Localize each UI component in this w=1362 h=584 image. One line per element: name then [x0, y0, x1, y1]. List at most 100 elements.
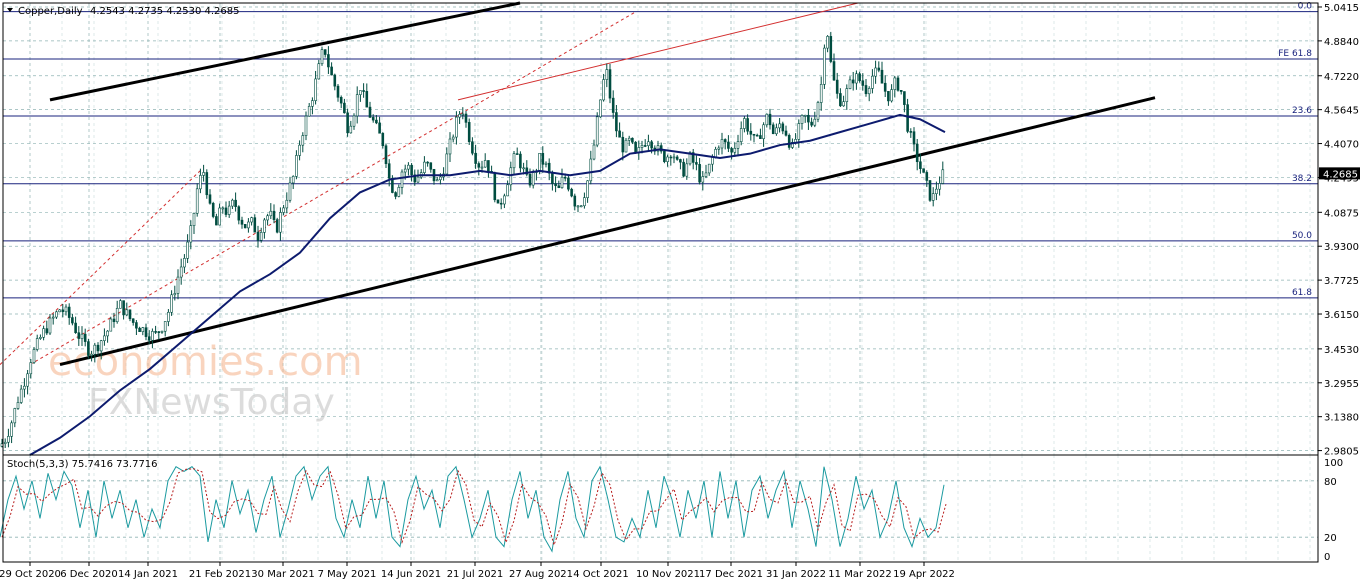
candle-body: [579, 205, 583, 208]
x-tick-label: 21 Feb 2021: [189, 569, 251, 580]
candle-body: [170, 294, 173, 313]
candle-body: [96, 344, 100, 352]
candle-body: [208, 194, 212, 204]
candle-body: [551, 172, 554, 184]
candle-body: [10, 422, 13, 437]
y-tick-label: 3.1380: [1324, 413, 1359, 424]
candle-body: [224, 207, 228, 215]
candle-body: [192, 212, 196, 226]
candle-body: [727, 141, 730, 149]
symbol-label: Copper,Daily: [18, 6, 83, 17]
candle-body: [663, 150, 666, 162]
candle-body: [247, 221, 250, 229]
candle-body: [736, 141, 740, 149]
candle-body: [307, 106, 311, 117]
y-tick-label: 3.9300: [1324, 242, 1359, 253]
candle-body: [378, 122, 381, 134]
candle-body: [896, 77, 900, 91]
candle-body: [199, 175, 202, 190]
candle-body: [819, 84, 823, 103]
stoch-pane-frame: [2, 454, 1319, 563]
candle-body: [810, 121, 813, 126]
candle-body: [387, 163, 391, 179]
candle-body: [35, 338, 39, 350]
candle-body: [330, 66, 333, 76]
candle-body: [352, 115, 356, 127]
candle-body: [362, 90, 365, 92]
candle-body: [509, 167, 513, 186]
candle-body: [675, 156, 679, 160]
candle-body: [912, 131, 916, 145]
candle-body: [119, 300, 122, 309]
candle-body: [416, 176, 420, 183]
candle-body: [608, 69, 612, 99]
candle-body: [23, 385, 26, 390]
fib-level-label: FE 61.8: [1278, 49, 1312, 59]
candle-body: [919, 161, 922, 169]
candle-body: [467, 122, 471, 143]
candle-body: [714, 149, 717, 158]
candle-body: [480, 166, 484, 169]
candle-body: [295, 155, 298, 177]
candle-body: [179, 266, 183, 278]
candle-body: [160, 330, 164, 333]
candle-body: [512, 153, 516, 169]
candle-body: [560, 176, 564, 189]
candle-body: [163, 321, 167, 332]
stoch-level-label: 0: [1324, 552, 1330, 563]
candle-body: [304, 115, 308, 136]
candle-body: [429, 162, 433, 170]
stoch-axis: 100 80 20 0: [1324, 458, 1343, 563]
candle-body: [61, 309, 65, 313]
candle-body: [397, 187, 401, 197]
candle-body: [915, 143, 919, 163]
candle-body: [759, 135, 762, 139]
x-tick-label: 11 Mar 2022: [828, 569, 891, 580]
candle-body: [775, 127, 778, 135]
stochastic-lines: [0, 465, 947, 553]
chart-header: Copper,Daily 4.2543 4.2735 4.2530 4.2685: [7, 6, 240, 17]
candle-body: [941, 169, 945, 184]
candle-body: [256, 231, 260, 241]
candle-body: [186, 241, 189, 259]
candle-body: [855, 73, 858, 84]
candle-body: [845, 88, 849, 102]
candle-body: [813, 118, 817, 126]
candle-body: [903, 91, 906, 105]
candle-body: [695, 162, 698, 165]
candle-body: [131, 318, 135, 323]
candle-body: [483, 160, 487, 168]
candle-body: [493, 172, 497, 201]
candle-body: [723, 139, 727, 143]
candle-body: [125, 309, 129, 316]
candle-body: [829, 36, 833, 62]
candle-body: [477, 163, 481, 168]
candle-body: [189, 225, 193, 243]
candle-body: [531, 172, 535, 186]
x-tick-label: 19 Apr 2022: [893, 569, 955, 580]
price-axis: 5.04154.88404.72204.56454.40704.24954.08…: [1318, 3, 1359, 458]
candle-body: [666, 156, 669, 162]
x-tick-label: 7 May 2021: [318, 569, 377, 580]
candle-body: [739, 128, 743, 142]
candle-body: [682, 161, 685, 177]
candle-body: [899, 90, 903, 92]
candle-body: [611, 97, 615, 113]
candle-body: [112, 318, 116, 323]
candle-body: [58, 309, 61, 313]
candle-body: [448, 138, 452, 155]
candle-body: [218, 207, 221, 226]
candle-body: [407, 164, 410, 170]
candle-body: [410, 164, 413, 176]
candle-body: [771, 124, 775, 135]
candle-body: [474, 152, 477, 164]
candle-body: [832, 61, 836, 81]
candle-body: [275, 219, 279, 233]
fib-level-label: 23.6: [1292, 106, 1312, 116]
last-price-tag: 4.2685: [1319, 167, 1360, 180]
candle-body: [368, 106, 372, 118]
candle-body: [80, 333, 84, 339]
candle-body: [205, 172, 209, 196]
candle-body: [343, 102, 346, 114]
candle-body: [234, 199, 237, 207]
